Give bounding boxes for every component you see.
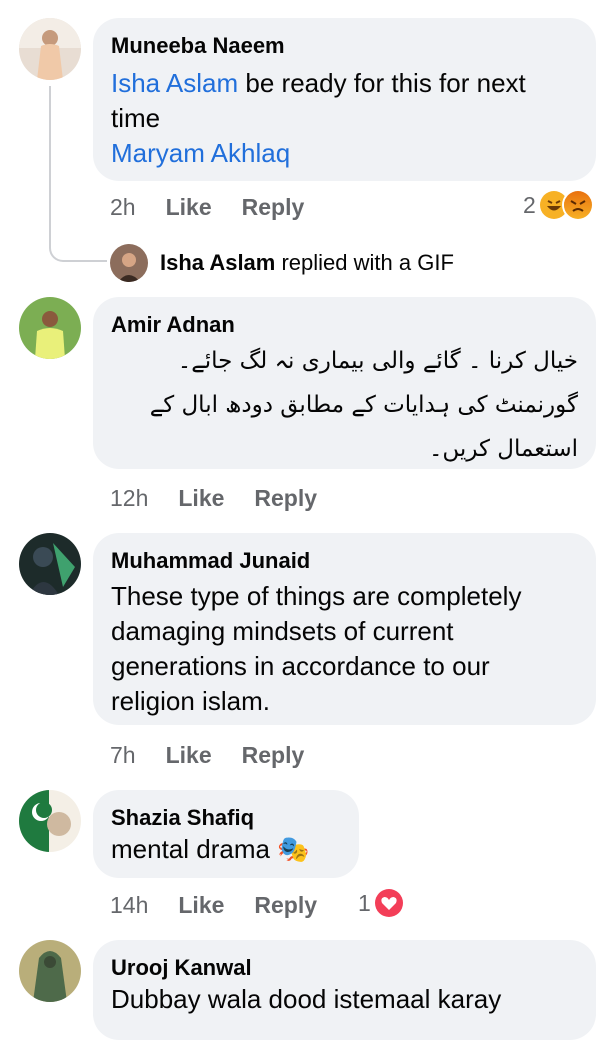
comment-text: Dubbay wala dood istemaal karay bbox=[111, 984, 502, 1014]
like-button[interactable]: Like bbox=[166, 194, 212, 221]
comment-text: Isha Aslam be ready for this for next ti… bbox=[111, 68, 526, 168]
comment-bubble: Muneeba Naeem Isha Aslam be ready for th… bbox=[93, 18, 596, 181]
avatar[interactable] bbox=[19, 297, 81, 359]
comment-author[interactable]: Shazia Shafiq bbox=[111, 804, 341, 832]
like-button[interactable]: Like bbox=[178, 485, 224, 512]
angry-emoji-icon bbox=[563, 191, 592, 219]
avatar[interactable] bbox=[19, 533, 81, 595]
reply-button[interactable]: Reply bbox=[254, 892, 317, 919]
comment-bubble: Shazia Shafiq mental drama 🎭 bbox=[93, 790, 359, 878]
comment-time[interactable]: 12h bbox=[110, 485, 148, 512]
reaction-count: 2 bbox=[523, 191, 536, 218]
comment-author[interactable]: Amir Adnan bbox=[111, 311, 578, 339]
mention-link[interactable]: Maryam Akhlaq bbox=[111, 138, 290, 168]
avatar[interactable] bbox=[19, 18, 81, 80]
comment-author[interactable]: Muneeba Naeem bbox=[111, 32, 578, 60]
reply-button[interactable]: Reply bbox=[242, 742, 305, 769]
comment-author[interactable]: Muhammad Junaid bbox=[111, 547, 578, 575]
comment-bubble: Amir Adnan خیال کرنا ۔ گائے والی بیماری … bbox=[93, 297, 596, 469]
comment-time[interactable]: 7h bbox=[110, 742, 136, 769]
comment-actions: 2h Like Reply bbox=[110, 191, 304, 223]
like-button[interactable]: Like bbox=[166, 742, 212, 769]
avatar[interactable] bbox=[19, 790, 81, 852]
comment-actions: 14h Like Reply bbox=[110, 889, 317, 921]
reaction-count: 1 bbox=[358, 889, 371, 916]
comment-text: خیال کرنا ۔ گائے والی بیماری نہ لگ جائے۔… bbox=[149, 348, 578, 462]
comment-bubble: Urooj Kanwal Dubbay wala dood istemaal k… bbox=[93, 940, 596, 1040]
comment-bubble: Muhammad Junaid These type of things are… bbox=[93, 533, 596, 725]
reaction-summary[interactable]: 2 bbox=[523, 191, 592, 219]
gif-reply-author[interactable]: Isha Aslam bbox=[160, 250, 275, 275]
reply-button[interactable]: Reply bbox=[254, 485, 317, 512]
comment-time[interactable]: 2h bbox=[110, 194, 136, 221]
gif-reply-text: replied with a GIF bbox=[281, 250, 454, 275]
reaction-summary[interactable]: 1 bbox=[358, 889, 403, 917]
comment-actions: 7h Like Reply bbox=[110, 739, 304, 771]
love-emoji-icon bbox=[374, 889, 403, 917]
comment-actions: 12h Like Reply bbox=[110, 482, 317, 514]
mention-link[interactable]: Isha Aslam bbox=[111, 68, 238, 98]
comment-time[interactable]: 14h bbox=[110, 892, 148, 919]
avatar[interactable] bbox=[110, 244, 148, 282]
comment-text: These type of things are completely dama… bbox=[111, 581, 522, 716]
comment-text: mental drama 🎭 bbox=[111, 834, 310, 864]
reply-button[interactable]: Reply bbox=[242, 194, 305, 221]
like-button[interactable]: Like bbox=[178, 892, 224, 919]
avatar[interactable] bbox=[19, 940, 81, 1002]
gif-reply-row[interactable]: Isha Aslam replied with a GIF bbox=[110, 244, 454, 282]
comment-author[interactable]: Urooj Kanwal bbox=[111, 954, 578, 982]
